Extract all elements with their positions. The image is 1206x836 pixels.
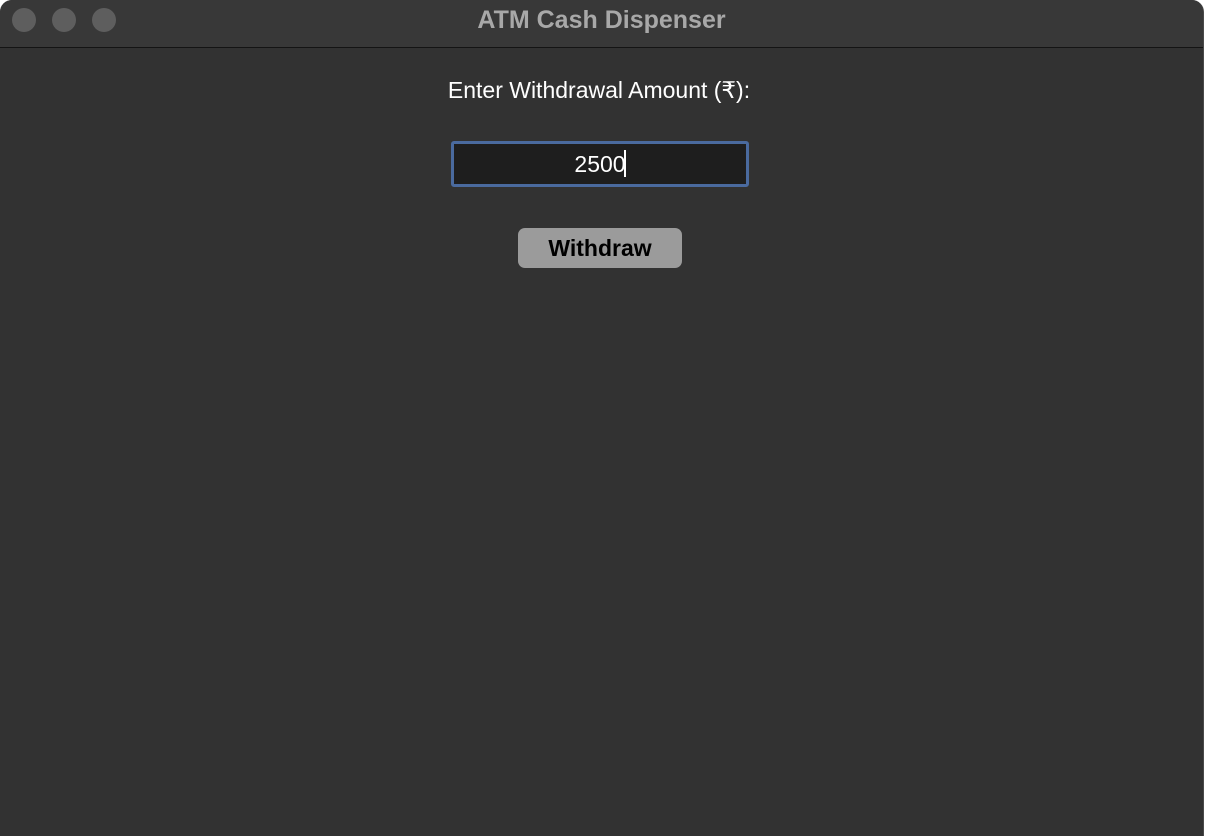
text-cursor — [624, 150, 626, 177]
amount-label: Enter Withdrawal Amount (₹): — [447, 77, 751, 103]
amount-input[interactable] — [451, 141, 749, 187]
main-content: Enter Withdrawal Amount (₹): Withdraw — [0, 48, 1203, 836]
title-bar[interactable]: ATM Cash Dispenser — [0, 0, 1203, 48]
withdraw-button[interactable]: Withdraw — [518, 228, 682, 268]
app-window: ATM Cash Dispenser Enter Withdrawal Amou… — [0, 0, 1204, 836]
window-title: ATM Cash Dispenser — [477, 6, 726, 34]
